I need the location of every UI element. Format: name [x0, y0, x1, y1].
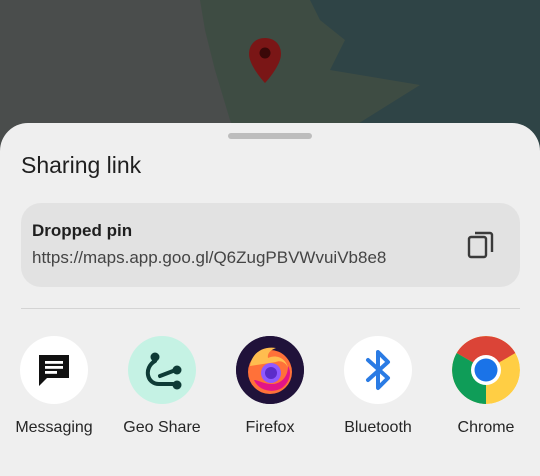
- location-pin-icon[interactable]: [246, 36, 284, 86]
- link-preview-card: Dropped pin https://maps.app.goo.gl/Q6Zu…: [21, 203, 520, 287]
- link-url: https://maps.app.goo.gl/Q6ZugPBVWvuiVb8e…: [32, 248, 387, 267]
- link-title: Dropped pin: [32, 221, 133, 240]
- app-targets-row: Messaging Geo Share Firefox Bluetooth Ch…: [0, 336, 540, 446]
- app-label: Geo Share: [123, 419, 201, 436]
- app-target-bluetooth[interactable]: Bluetooth: [323, 336, 433, 446]
- copy-icon: [467, 231, 494, 259]
- drag-handle[interactable]: [228, 133, 312, 139]
- app-label: Bluetooth: [344, 419, 412, 436]
- app-label: Messaging: [15, 419, 93, 436]
- share-sheet: Sharing link Dropped pin https://maps.ap…: [0, 123, 540, 476]
- chrome-icon: [452, 336, 520, 404]
- app-label: Chrome: [457, 419, 515, 436]
- app-label: Firefox: [245, 419, 295, 436]
- app-target-firefox[interactable]: Firefox: [215, 336, 325, 446]
- sheet-title: Sharing link: [21, 152, 142, 178]
- bluetooth-icon: [344, 336, 412, 404]
- firefox-icon: [236, 336, 304, 404]
- divider: [21, 308, 520, 309]
- app-target-geo-share[interactable]: Geo Share: [107, 336, 217, 446]
- geo-share-icon: [128, 336, 196, 404]
- app-target-messaging[interactable]: Messaging: [0, 336, 109, 446]
- copy-button[interactable]: [461, 225, 501, 265]
- app-target-chrome[interactable]: Chrome: [431, 336, 540, 446]
- message-bubble-icon: [20, 336, 88, 404]
